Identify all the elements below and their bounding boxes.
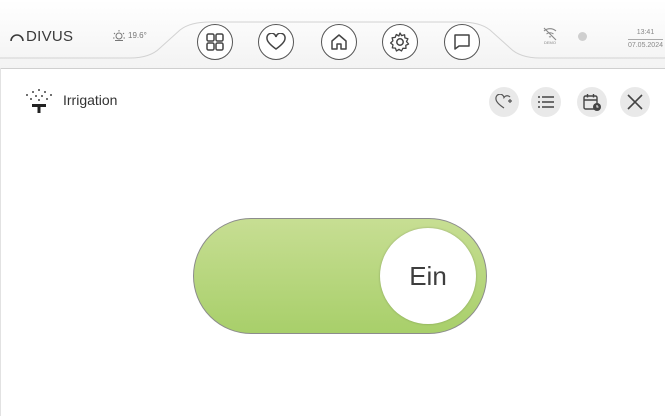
nav-settings-button[interactable] — [382, 24, 418, 60]
top-bar: DIVUS 19.6° DEMO 13:41 07.05.2024 — [0, 0, 665, 69]
nav-messages-button[interactable] — [444, 24, 480, 60]
close-icon — [627, 94, 643, 110]
brand-logo[interactable]: DIVUS — [10, 27, 73, 45]
list-button[interactable] — [531, 87, 561, 117]
no-connection-icon — [543, 27, 557, 41]
clock: 13:41 07.05.2024 — [627, 27, 663, 51]
favorite-add-icon — [495, 94, 512, 109]
sprinkler-icon — [26, 89, 52, 113]
clock-time: 13:41 — [627, 27, 663, 40]
toggle-knob[interactable]: Ein — [380, 228, 476, 324]
apps-icon — [206, 33, 224, 51]
clock-date: 07.05.2024 — [627, 42, 663, 49]
page-header: Irrigation — [22, 87, 117, 113]
calendar-clock-icon — [583, 94, 601, 111]
nav-home-button[interactable] — [321, 24, 357, 60]
status-dot — [578, 32, 587, 41]
demo-label: DEMO — [544, 40, 556, 45]
home-icon — [331, 34, 347, 50]
weather-widget[interactable]: 19.6° — [112, 29, 147, 41]
brand-name: DIVUS — [26, 27, 74, 45]
add-favorite-button[interactable] — [489, 87, 519, 117]
toggle-state-label: Ein — [409, 260, 447, 291]
sun-icon — [113, 30, 125, 41]
schedule-button[interactable] — [577, 87, 607, 117]
gear-icon — [389, 32, 410, 52]
nav-favorites-button[interactable] — [258, 24, 294, 60]
chat-icon — [454, 34, 470, 50]
connection-status[interactable]: DEMO — [542, 27, 558, 45]
page-title: Irrigation — [63, 92, 118, 108]
brand-arc-icon — [10, 34, 24, 42]
heart-icon — [266, 33, 286, 50]
nav-apps-button[interactable] — [197, 24, 233, 60]
left-border — [0, 68, 1, 416]
temperature: 19.6° — [128, 30, 147, 40]
close-button[interactable] — [620, 87, 650, 117]
list-icon — [538, 96, 554, 108]
